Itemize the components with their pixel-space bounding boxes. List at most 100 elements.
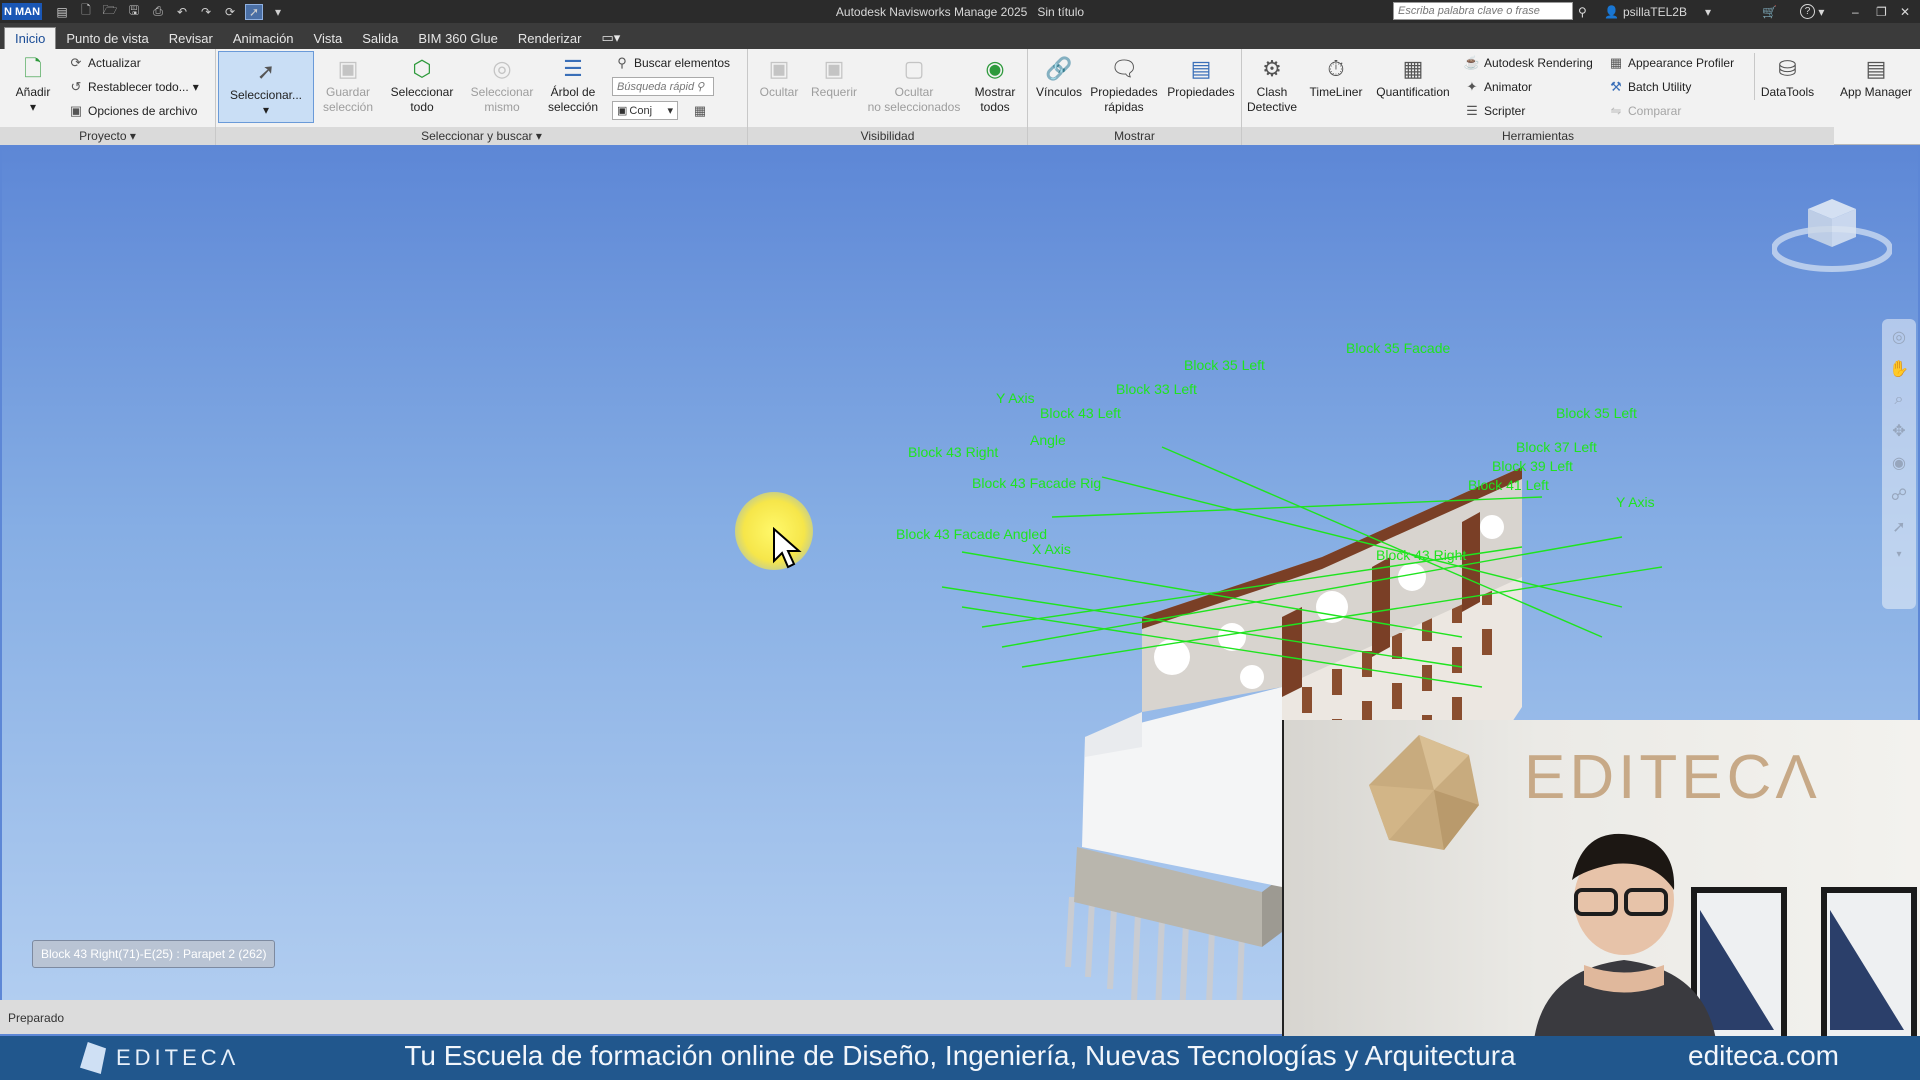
document-title: Sin título: [1037, 4, 1085, 19]
vinculos-button[interactable]: 🔗 Vínculos: [1032, 53, 1086, 100]
tab-overflow-icon[interactable]: ▭▾: [591, 27, 630, 49]
tab-animacion[interactable]: Animación: [223, 27, 304, 49]
guardar-seleccion-button[interactable]: ▣ Guardar selección: [316, 53, 380, 115]
find-items-icon: ⚲: [617, 55, 627, 70]
pan-icon[interactable]: ✋: [1889, 359, 1909, 379]
open-project-icon[interactable]: ▤: [54, 5, 70, 19]
arbol-label-1: Árbol de: [550, 85, 596, 99]
links-icon: 🔗: [1045, 55, 1073, 81]
webcam-overlay: EDITECΛ: [1282, 720, 1920, 1036]
select-cursor-icon[interactable]: ➚: [245, 3, 263, 20]
batch-utility-button[interactable]: ⚒ Batch Utility: [1608, 77, 1691, 97]
help-search-input[interactable]: Escriba palabra clave o frase: [1393, 2, 1573, 20]
requerir-label: Requerir: [810, 85, 858, 99]
orbit-icon[interactable]: ✥: [1892, 421, 1905, 441]
help-icon[interactable]: ? ▾: [1800, 0, 1824, 23]
actualizar-button[interactable]: ⟳ Actualizar: [68, 53, 141, 73]
undo-icon[interactable]: ↶: [174, 5, 190, 19]
tab-renderizar[interactable]: Renderizar: [508, 27, 592, 49]
quantification-button[interactable]: ▦ Quantification: [1370, 53, 1456, 100]
tab-salida[interactable]: Salida: [352, 27, 408, 49]
panel-label-seleccionar[interactable]: Seleccionar y buscar ▾: [216, 127, 747, 145]
tab-bim360-glue[interactable]: BIM 360 Glue: [408, 27, 508, 49]
ocultar-no-seleccionados-button[interactable]: ▢ Ocultar no seleccionados: [864, 53, 964, 115]
arbol-seleccion-button[interactable]: ☰ Árbol de selección: [542, 53, 604, 115]
hide-icon: ▣: [768, 55, 790, 81]
select-all-icon: ⬡: [412, 55, 432, 81]
grid-label: Block 39 Left: [1492, 458, 1573, 474]
propiedades-button[interactable]: ▤ Propiedades: [1164, 53, 1238, 100]
look-icon[interactable]: ◉: [1892, 453, 1906, 473]
user-account[interactable]: 👤 psillaTEL2B ▾: [1604, 0, 1711, 23]
appearance-profiler-button[interactable]: ▦ Appearance Profiler: [1608, 53, 1734, 73]
zoom-window-icon[interactable]: ⌕: [1895, 391, 1904, 409]
banner-logo-text: EDITECΛ: [116, 1045, 240, 1070]
print-icon[interactable]: ⎙: [150, 4, 166, 19]
datatools-label: DataTools: [1760, 85, 1815, 99]
comparar-button[interactable]: ⇋ Comparar: [1608, 101, 1682, 121]
grid-label: Block 35 Left: [1184, 357, 1265, 373]
new-file-icon[interactable]: 🗋: [78, 3, 94, 19]
app-title: Autodesk Navisworks Manage 2025: [835, 4, 1028, 19]
opciones-label: Opciones de archivo: [88, 104, 198, 118]
tab-punto-de-vista[interactable]: Punto de vista: [56, 27, 158, 49]
autodesk-rendering-button[interactable]: ☕ Autodesk Rendering: [1464, 53, 1593, 73]
tab-revisar[interactable]: Revisar: [159, 27, 223, 49]
grid-label: Block 43 Left: [1040, 405, 1121, 421]
minimize-icon[interactable]: –: [1852, 0, 1859, 23]
quick-find-input[interactable]: Búsqueda rápid ⚲: [612, 77, 714, 96]
clash-detective-button[interactable]: ⚙ Clash Detective: [1244, 53, 1300, 115]
user-icon: 👤: [1604, 4, 1619, 19]
scripter-button[interactable]: ☰ Scripter: [1464, 101, 1525, 121]
panel-label-proyecto[interactable]: Proyecto ▾: [0, 127, 215, 145]
panel-label-herramientas: Herramientas: [1242, 127, 1834, 145]
ocultar-label: Ocultar: [759, 85, 799, 99]
binoculars-icon[interactable]: ⚲: [1578, 0, 1587, 23]
mostrar-todos-button[interactable]: ◉ Mostrar todos: [966, 53, 1024, 115]
select-icon[interactable]: ➚: [1892, 517, 1905, 537]
cart-icon[interactable]: 🛒: [1762, 0, 1777, 23]
tab-inicio[interactable]: Inicio: [4, 27, 57, 49]
open-folder-icon[interactable]: 🗁: [102, 3, 118, 19]
manage-sets-button[interactable]: ▦: [692, 101, 708, 121]
opciones-archivo-button[interactable]: ▣ Opciones de archivo: [68, 101, 198, 121]
select-button[interactable]: ➚ Seleccionar... ▾: [218, 51, 314, 123]
refresh-icon[interactable]: ⟳: [222, 5, 238, 19]
grid-label: Block 43 Facade Rig: [972, 475, 1102, 491]
timeliner-button[interactable]: ⏱ TimeLiner: [1304, 53, 1368, 100]
chevron-down-icon[interactable]: ▾: [1896, 549, 1901, 560]
restablecer-button[interactable]: ↺ Restablecer todo... ▾: [68, 77, 199, 97]
chevron-down-icon: ▾: [667, 105, 673, 117]
steering-wheel-icon[interactable]: ◎: [1892, 327, 1906, 347]
buscar-elementos-button[interactable]: ⚲ Buscar elementos: [614, 53, 730, 73]
datatools-button[interactable]: ⛁ DataTools: [1754, 53, 1820, 100]
search-icon[interactable]: ⚲: [696, 80, 704, 93]
app-manager-icon: ▤: [1865, 55, 1887, 81]
viewcube-icon[interactable]: [1772, 187, 1892, 277]
seleccionar-mismo-button[interactable]: ◎ Seleccionar mismo: [464, 53, 540, 115]
compare-icon: ⇋: [1610, 103, 1622, 118]
redo-icon[interactable]: ↷: [198, 5, 214, 19]
seleccionar-todo-button[interactable]: ⬡ Seleccionar todo: [384, 53, 460, 115]
help-label: ?: [1800, 4, 1815, 19]
ribbon: 🗋 Añadir ▾ ⟳ Actualizar ↺ Restablecer todo…: [0, 49, 1920, 145]
sel-mismo-label-2: mismo: [484, 100, 520, 114]
banner-url[interactable]: editeca.com: [1688, 1040, 1839, 1072]
animator-button[interactable]: ✦ Animator: [1464, 77, 1532, 97]
app-manager-button[interactable]: ▤ App Manager: [1834, 53, 1918, 100]
save-icon[interactable]: 🖫: [126, 3, 142, 19]
requerir-button[interactable]: ▣ Requerir: [806, 53, 862, 100]
walk-icon[interactable]: ☍: [1891, 485, 1907, 505]
animator-icon: ✦: [1466, 79, 1478, 94]
app-logo[interactable]: N MAN: [2, 3, 42, 20]
status-bar: Preparado: [0, 1000, 1282, 1034]
editeca-banner: EDITECΛ Tu Escuela de formación online d…: [0, 1036, 1920, 1080]
propiedades-rapidas-button[interactable]: 🗨 Propiedades rápidas: [1088, 53, 1160, 115]
tab-vista[interactable]: Vista: [304, 27, 353, 49]
add-button[interactable]: 🗋 Añadir ▾: [10, 53, 56, 115]
close-icon[interactable]: ✕: [1900, 0, 1910, 23]
restore-icon[interactable]: ❐: [1876, 0, 1887, 23]
ocultar-button[interactable]: ▣ Ocultar: [754, 53, 804, 100]
sets-dropdown[interactable]: ▣ Conj ▾: [612, 101, 678, 120]
qat-dropdown-icon[interactable]: ▾: [270, 5, 286, 19]
